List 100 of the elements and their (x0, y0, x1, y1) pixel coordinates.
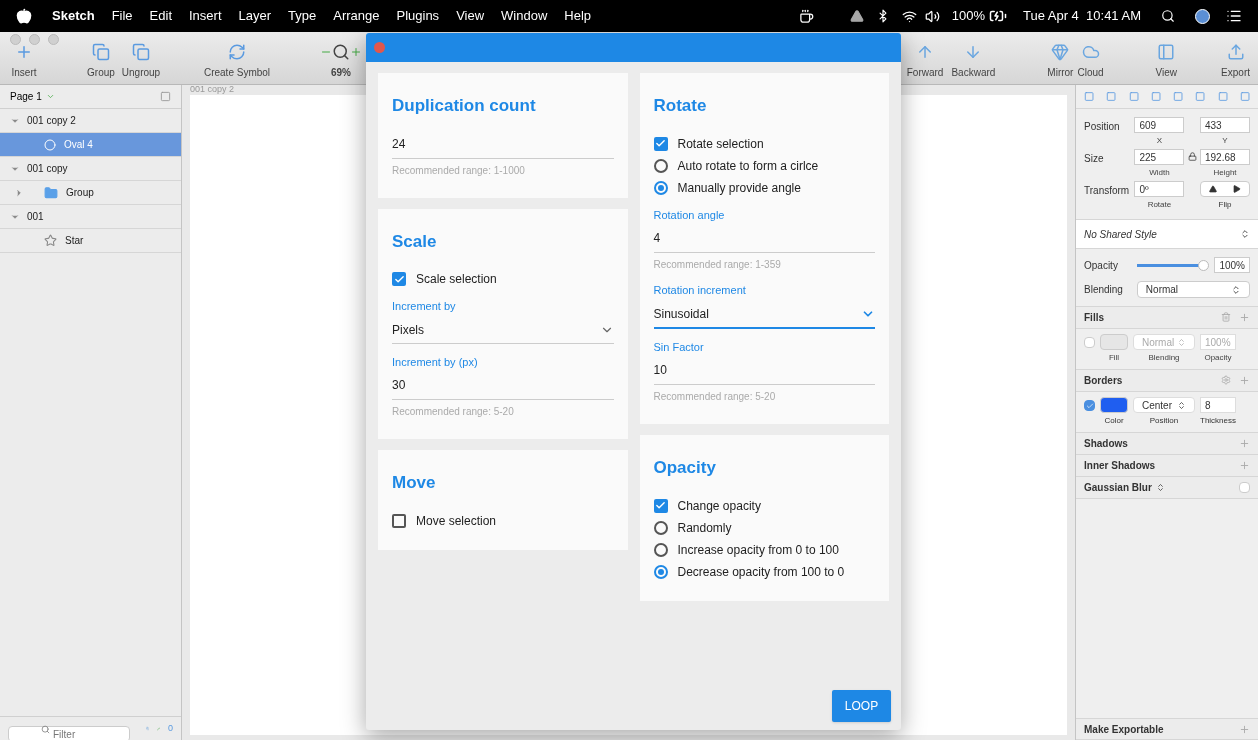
copy-icon (132, 43, 150, 61)
menu-item[interactable]: Help (564, 6, 592, 26)
gear-icon[interactable] (1221, 375, 1231, 385)
toolbar-button[interactable]: Cloud (1077, 43, 1104, 80)
window-control[interactable] (10, 34, 21, 45)
input-field[interactable]: 433 (1200, 117, 1250, 133)
trash-icon[interactable] (1221, 312, 1231, 322)
count-label: 0 (168, 721, 173, 735)
toolbar-button[interactable]: Group (81, 43, 121, 80)
add-icon[interactable] (1239, 460, 1250, 471)
apple-icon[interactable] (16, 8, 32, 24)
toolbar-button[interactable]: Create Symbol (182, 43, 292, 80)
checkbox[interactable] (653, 136, 668, 151)
align-icon[interactable] (1128, 91, 1139, 102)
menu-item[interactable]: Plugins (396, 6, 440, 26)
menu-item[interactable]: Insert (189, 6, 222, 26)
field-caption: Rotate (1147, 199, 1172, 211)
radio-button[interactable] (653, 520, 668, 535)
blending-select[interactable]: Normal (1136, 281, 1250, 298)
mug-icon[interactable] (798, 8, 814, 24)
align-icon[interactable] (1106, 91, 1117, 102)
radio-button[interactable] (653, 542, 668, 557)
input-field[interactable]: 24 (392, 134, 614, 159)
add-icon[interactable] (1239, 375, 1250, 386)
input-field[interactable]: 8 (1200, 397, 1236, 413)
checkbox[interactable] (653, 498, 668, 513)
oval-icon (44, 138, 56, 151)
section-title[interactable]: Gaussian Blur (1084, 480, 1165, 495)
color-swatch[interactable] (1100, 397, 1128, 413)
align-icon[interactable] (1084, 91, 1095, 102)
align-icon[interactable] (1239, 91, 1250, 102)
field-caption: Color (1104, 415, 1124, 427)
toolbar-button[interactable]: Export (1221, 43, 1250, 80)
align-icon[interactable] (1150, 91, 1161, 102)
toolbar-button[interactable]: Forward (906, 43, 944, 80)
disclosure-icon[interactable] (14, 187, 24, 198)
radio-button[interactable] (653, 158, 668, 173)
window-control[interactable] (29, 34, 40, 45)
user-avatar[interactable] (1195, 8, 1210, 24)
search-icon[interactable] (1161, 9, 1175, 23)
menu-icon[interactable] (1226, 8, 1242, 24)
input-field[interactable]: 225 (1134, 149, 1185, 165)
section-title: Scale (392, 230, 438, 253)
lock-icon[interactable] (1187, 152, 1197, 161)
toolbar-button[interactable]: Backward (951, 43, 996, 80)
align-icon[interactable] (1217, 91, 1228, 102)
input-field[interactable]: 100% (1214, 257, 1250, 273)
page-selector[interactable]: Page 1 (10, 89, 55, 104)
field-caption: Height (1213, 167, 1237, 179)
filter-field[interactable]: Filter (8, 726, 130, 740)
input-field[interactable]: 10 (653, 361, 875, 385)
shared-style-select[interactable]: No Shared Style (1076, 219, 1258, 249)
color-swatch[interactable] (1100, 334, 1128, 350)
add-icon[interactable] (1239, 312, 1250, 323)
input-field[interactable]: 609 (1134, 117, 1185, 133)
menu-item[interactable]: Type (288, 6, 317, 26)
toolbar-button[interactable]: View (1155, 43, 1178, 80)
flip-control[interactable] (1200, 181, 1250, 197)
input-field[interactable]: 192.68 (1200, 149, 1250, 165)
checkbox[interactable] (1084, 400, 1095, 411)
volume-icon[interactable] (924, 8, 940, 24)
checkbox-label: Move selection (416, 512, 497, 530)
input-field[interactable]: 0º (1134, 181, 1185, 197)
field-caption: Thickness (1200, 415, 1236, 427)
menu-item[interactable]: Arrange (333, 6, 380, 26)
label: Size (1084, 152, 1105, 166)
toolbar-button[interactable]: Insert (4, 43, 44, 80)
menu-item[interactable]: Sketch (52, 6, 95, 26)
section-title: Fills (1084, 311, 1104, 325)
slider-thumb[interactable] (1198, 259, 1210, 271)
window-control[interactable] (48, 34, 59, 45)
align-icon[interactable] (1173, 91, 1184, 102)
menu-item[interactable]: Layer (238, 6, 272, 26)
dropdown[interactable]: Pixels (392, 320, 614, 344)
toolbar-button[interactable]: Mirror (1047, 43, 1074, 80)
section-title: Make Exportable (1084, 722, 1164, 737)
loop-button[interactable]: LOOP (832, 690, 891, 722)
menu-item[interactable]: View (456, 6, 485, 26)
layer-name: Oval 4 (64, 138, 93, 152)
triangle-icon[interactable] (849, 9, 864, 23)
toolbar-button[interactable]: Ungroup (121, 43, 161, 80)
menu-item[interactable]: File (111, 6, 133, 26)
input-field[interactable]: 4 (653, 229, 875, 253)
radio-button[interactable] (653, 180, 668, 195)
zoom-control[interactable]: 69% (320, 43, 362, 80)
wifi-icon[interactable] (901, 8, 917, 24)
checkbox[interactable] (392, 272, 406, 286)
page-toggle-icon[interactable] (160, 91, 171, 102)
input-field[interactable]: 30 (392, 376, 614, 400)
section-title: Inner Shadows (1084, 459, 1156, 473)
add-icon[interactable] (1239, 438, 1250, 449)
menu-item[interactable]: Edit (149, 6, 172, 26)
dropdown[interactable]: Sinusoidal (653, 304, 875, 329)
star-icon (44, 234, 57, 247)
radio-button[interactable] (653, 564, 668, 579)
align-icon[interactable] (1195, 91, 1206, 102)
position-select[interactable]: Center (1133, 397, 1195, 413)
checkbox[interactable] (392, 513, 406, 528)
add-icon[interactable] (1239, 723, 1250, 735)
menu-item[interactable]: Window (501, 6, 548, 26)
